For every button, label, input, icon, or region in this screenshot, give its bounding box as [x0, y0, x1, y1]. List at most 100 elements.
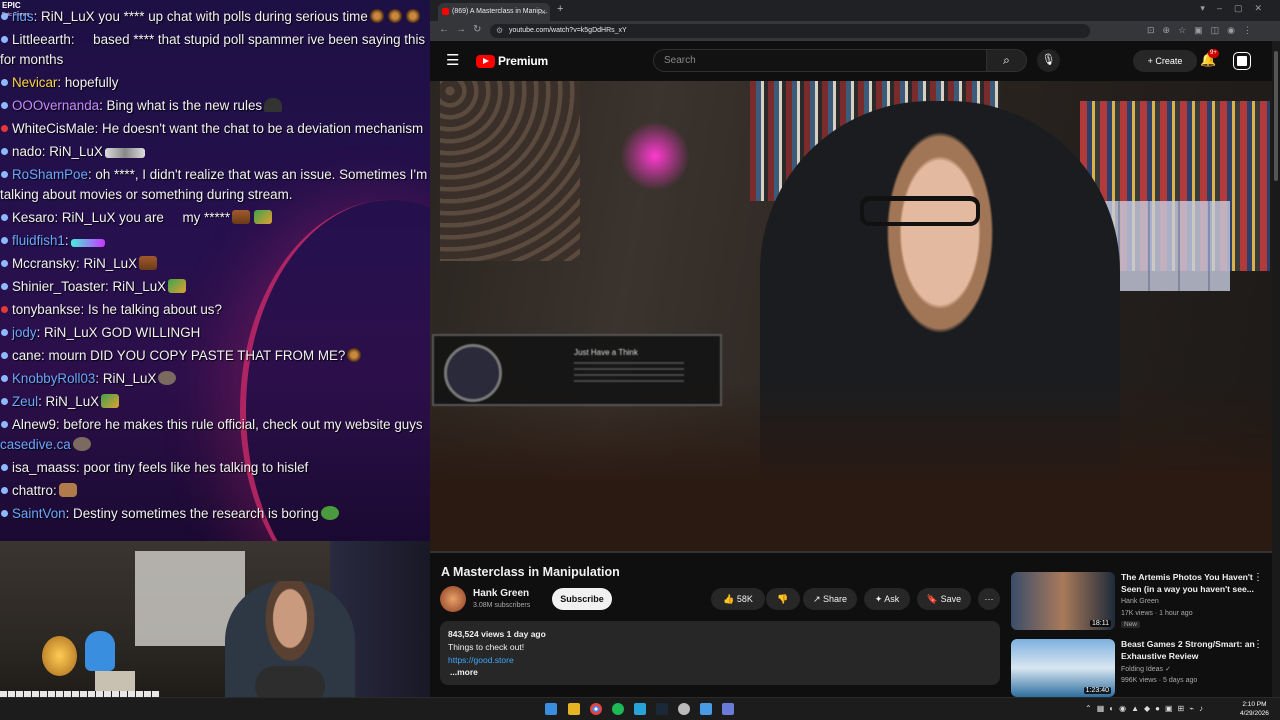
chat-message: Alnew9: before he makes this rule offici…	[0, 414, 430, 457]
page-scrollbar[interactable]	[1272, 41, 1280, 697]
chat-username[interactable]: tonybankse	[12, 302, 81, 317]
url-field[interactable]: ⚙ youtube.com/watch?v=k5gDdHRs_xY	[490, 24, 1090, 38]
chat-username[interactable]: fluidfish1	[12, 233, 65, 248]
chat-username[interactable]: WhiteCisMale	[12, 121, 95, 136]
chat-badge-icon	[1, 36, 8, 43]
browser-tab[interactable]: (869) A Masterclass in Manip... ×	[438, 3, 550, 21]
telegram-icon[interactable]	[634, 703, 646, 715]
recommended-title[interactable]: The Artemis Photos You Haven't Seen (in …	[1121, 572, 1256, 595]
screen: EPIC Epic Games rius: RiN_LuX you **** up…	[0, 0, 1280, 720]
recommended-thumbnail[interactable]: 1:23:40	[1011, 639, 1115, 697]
steam-icon[interactable]	[656, 703, 668, 715]
video-channel-overlay-card: Just Have a Think	[432, 334, 722, 406]
chat-username[interactable]: Kesaro	[12, 210, 54, 225]
share-icon: ↗	[812, 594, 823, 604]
recommended-title[interactable]: Beast Games 2 Strong/Smart: an Exhaustiv…	[1121, 639, 1256, 662]
channel-avatar[interactable]	[440, 586, 466, 612]
calculator-icon[interactable]	[722, 703, 734, 715]
create-button[interactable]: + Create	[1133, 50, 1197, 72]
chat-username[interactable]: KnobbyRoll03	[12, 371, 95, 386]
chat-username[interactable]: chattro	[12, 483, 53, 498]
kebab-menu-icon[interactable]: ⋮	[1253, 639, 1263, 650]
recommended-channel[interactable]: Folding Ideas ✓	[1121, 665, 1171, 673]
chat-username[interactable]: SaintVon	[12, 506, 66, 521]
chat-username[interactable]: Shinier_Toaster	[12, 279, 105, 294]
chat-message: RoShamPoe: oh ****, I didn't realize tha…	[0, 164, 430, 207]
show-more-link[interactable]: ...more	[450, 667, 478, 677]
settings-gear-icon[interactable]	[678, 703, 690, 715]
video-player[interactable]: Just Have a Think	[430, 81, 1272, 552]
video-pin-board	[440, 81, 580, 261]
file-explorer-icon[interactable]	[568, 703, 580, 715]
youtube-play-icon	[476, 54, 495, 68]
recommended-thumbnail[interactable]: 18:11	[1011, 572, 1115, 630]
reload-icon[interactable]: ↻	[473, 24, 481, 35]
hamburger-menu-icon[interactable]: ☰	[446, 53, 459, 68]
forward-icon[interactable]: →	[456, 24, 466, 35]
taskbar-clock[interactable]: 2:10 PM 4/29/2026	[1240, 700, 1269, 718]
save-button[interactable]: 🔖 Save	[917, 588, 971, 610]
dislike-button[interactable]: 👎	[766, 588, 800, 610]
site-info-icon[interactable]: ⚙	[496, 24, 503, 38]
chat-text: : He doesn't want the chat to be a devia…	[94, 121, 424, 136]
chat-username[interactable]: rius	[12, 9, 34, 24]
system-tray-icons[interactable]: ⌃▦◐◉▲◆●▣⊞⌁♪	[1085, 704, 1208, 713]
more-actions-icon[interactable]: ⋯	[978, 588, 1000, 610]
window-controls[interactable]: ▾–▢✕	[1200, 3, 1274, 14]
sparkle-icon: ✦	[874, 594, 885, 604]
start-icon[interactable]	[545, 703, 557, 715]
kebab-menu-icon[interactable]: ⋮	[1253, 572, 1263, 583]
chrome-icon[interactable]	[590, 703, 602, 715]
chat-username[interactable]: Littleearth	[12, 32, 71, 47]
create-label: Create	[1155, 56, 1183, 66]
description-box[interactable]: 843,524 views 1 day ago Things to check …	[440, 621, 1000, 685]
like-button[interactable]: 👍 58K	[711, 588, 765, 610]
chat-username[interactable]: nado	[12, 144, 42, 159]
chat-username[interactable]: jody	[12, 325, 37, 340]
video-progress-bar[interactable]	[430, 551, 1272, 553]
share-label: Share	[823, 594, 848, 604]
voice-search-button[interactable]: 🎙	[1037, 49, 1060, 72]
close-tab-icon[interactable]: ×	[541, 3, 546, 21]
spotify-icon[interactable]	[612, 703, 624, 715]
search-input[interactable]: Search	[653, 49, 987, 72]
recommended-video[interactable]: 18:11 The Artemis Photos You Haven't See…	[1011, 572, 1269, 632]
share-button[interactable]: ↗ Share	[803, 588, 857, 610]
extension-icons[interactable]: ⊡⊕☆▣◫◉⋮	[1147, 25, 1260, 36]
chat-badge-icon	[1, 421, 8, 428]
description-link[interactable]: https://good.store	[448, 655, 514, 665]
new-tab-icon[interactable]: +	[557, 3, 563, 15]
chat-badge-icon	[1, 260, 8, 267]
chat-link[interactable]: casedive.ca	[0, 437, 71, 452]
youtube-premium-label: Premium	[498, 54, 548, 68]
chat-username[interactable]: Mccransky	[12, 256, 76, 271]
app-window-icon[interactable]	[700, 703, 712, 715]
back-icon[interactable]: ←	[439, 24, 449, 35]
chat-username[interactable]: Nevicar	[12, 75, 57, 90]
subscriber-count: 3.08M subscribers	[473, 602, 531, 609]
chat-username[interactable]: cane	[12, 348, 41, 363]
chat-badge-icon	[1, 510, 8, 517]
youtube-header: ☰ Premium Search ⌕ 🎙 + Create 🔔 9+	[430, 41, 1280, 81]
scrollbar-thumb[interactable]	[1274, 51, 1278, 181]
chat-username[interactable]: OOOvernanda	[12, 98, 99, 113]
channel-name[interactable]: Hank Green	[473, 588, 529, 599]
chat-username[interactable]: Alnew9	[12, 417, 56, 432]
video-presenter-glasses	[860, 196, 980, 226]
chat-username[interactable]: RoShamPoe	[12, 167, 88, 182]
chat-emote-icon	[320, 506, 339, 520]
recommended-channel[interactable]: Hank Green	[1121, 598, 1159, 605]
search-button[interactable]: ⌕	[987, 49, 1027, 72]
ask-button[interactable]: ✦ Ask	[864, 588, 910, 610]
youtube-logo[interactable]: Premium	[476, 54, 548, 68]
chat-username[interactable]: Zeul	[12, 394, 38, 409]
chat-emote-icon	[58, 483, 77, 497]
subscribe-button[interactable]: Subscribe	[552, 588, 612, 610]
chat-emote-icon	[387, 9, 402, 23]
chat-username[interactable]: isa_maass	[12, 460, 76, 475]
recommended-video[interactable]: 1:23:40 Beast Games 2 Strong/Smart: an E…	[1011, 639, 1269, 699]
chat-badge-icon	[1, 148, 8, 155]
chat-text: :	[64, 233, 69, 248]
account-avatar[interactable]	[1233, 52, 1251, 70]
chat-badge-icon	[1, 464, 8, 471]
